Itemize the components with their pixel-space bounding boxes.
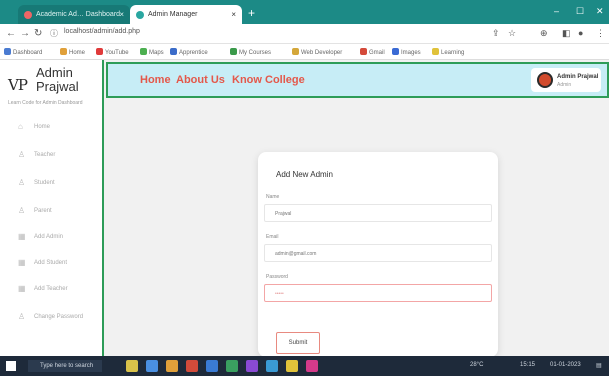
browser-window: Academic Ad… Dashboard × Admin Manager ×…	[0, 0, 609, 376]
brand-logo: VP	[8, 76, 28, 94]
bookmark-item[interactable]: Apprentice	[170, 48, 208, 56]
person-icon: ♙	[18, 206, 26, 215]
bookmark-item[interactable]: Maps	[140, 48, 164, 56]
person-icon: ♙	[18, 312, 26, 321]
maximize-icon[interactable]: ☐	[576, 6, 584, 17]
windows-start-icon[interactable]	[6, 361, 16, 371]
password-field[interactable]: •••••	[264, 284, 492, 302]
form-title: Add New Admin	[276, 170, 333, 179]
bookmark-item[interactable]: Dashboard	[4, 48, 42, 56]
app-icon[interactable]	[266, 360, 278, 372]
profile-icon[interactable]: ●	[578, 28, 583, 38]
clock-date[interactable]: 01-01-2023	[550, 362, 581, 368]
sidebar: VP Admin Prajwal Learn Code for Admin Da…	[0, 60, 104, 356]
brand-subtitle: Learn Code for Admin Dashboard	[8, 100, 83, 106]
password-label: Password	[266, 274, 288, 280]
user-name: Admin Prajwal	[557, 74, 599, 80]
clock-time[interactable]: 15:15	[520, 362, 535, 368]
sidebar-toggle-icon[interactable]: ◧	[562, 28, 571, 39]
extensions-icon[interactable]: ⊕	[540, 28, 548, 39]
bookmark-item[interactable]: Images	[392, 48, 421, 56]
submit-button[interactable]: Submit	[276, 332, 320, 354]
avatar	[537, 72, 553, 88]
tab-title: Academic Ad… Dashboard	[36, 11, 121, 18]
bookmark-item[interactable]: My Courses	[230, 48, 271, 56]
share-icon[interactable]: ⇪	[492, 28, 500, 39]
new-tab-button[interactable]: +	[248, 6, 255, 20]
add-admin-form: Add New Admin Name Prajwal Email admin@g…	[258, 152, 498, 357]
menu-icon[interactable]: ⋮	[596, 28, 605, 39]
sidebar-item-add-student[interactable]: ▦ Add Student	[18, 256, 67, 270]
name-field[interactable]: Prajwal	[264, 204, 492, 222]
taskbar-search[interactable]: Type here to search	[28, 360, 102, 372]
grid-icon: ▦	[18, 232, 26, 241]
user-menu[interactable]: Admin Prajwal Admin	[531, 68, 601, 92]
tab-bar: Academic Ad… Dashboard × Admin Manager ×…	[0, 0, 609, 24]
bookmark-item[interactable]: Home	[60, 48, 85, 56]
nav-link-about-us[interactable]: About Us	[176, 74, 225, 86]
sidebar-item-add-teacher[interactable]: ▦ Add Teacher	[18, 282, 68, 296]
person-icon: ♙	[18, 178, 26, 187]
bookmarks-bar: Dashboard Home YouTube Maps Apprentice M…	[0, 44, 609, 60]
reload-icon[interactable]: ↻	[34, 28, 42, 39]
email-field[interactable]: admin@gmail.com	[264, 244, 492, 262]
sidebar-item-parent[interactable]: ♙ Parent	[18, 204, 52, 218]
store-icon[interactable]	[206, 360, 218, 372]
app-icon[interactable]	[246, 360, 258, 372]
grid-icon: ▦	[18, 284, 26, 293]
home-icon: ⌂	[18, 122, 23, 131]
close-tab-icon[interactable]: ×	[231, 10, 236, 19]
tab-favicon	[136, 11, 144, 19]
weather-text[interactable]: 28°C	[470, 362, 483, 368]
sidebar-item-change-password[interactable]: ♙ Change Password	[18, 310, 83, 324]
grid-icon: ▦	[18, 258, 26, 267]
close-window-icon[interactable]: ✕	[596, 6, 604, 17]
top-navbar: Home About Us Know College Admin Prajwal…	[106, 62, 609, 98]
back-icon[interactable]: ←	[6, 28, 16, 39]
bookmark-item[interactable]: Web Developer	[292, 48, 342, 56]
person-icon: ♙	[18, 150, 26, 159]
chrome-icon[interactable]	[186, 360, 198, 372]
app-icon[interactable]	[286, 360, 298, 372]
sidebar-item-home[interactable]: ⌂ Home	[18, 120, 50, 134]
app-icon[interactable]	[306, 360, 318, 372]
address-bar: ← → ↻ ⓘ localhost/admin/add.php ⇪ ☆ ⊕ ◧ …	[0, 24, 609, 44]
edge-icon[interactable]	[146, 360, 158, 372]
bookmark-item[interactable]: Gmail	[360, 48, 385, 56]
bookmark-item[interactable]: Learning	[432, 48, 464, 56]
minimize-icon[interactable]: –	[554, 6, 559, 16]
page-content: VP Admin Prajwal Learn Code for Admin Da…	[0, 60, 609, 357]
close-tab-icon[interactable]: ×	[119, 10, 124, 19]
brand-name: Admin Prajwal	[36, 65, 79, 94]
taskbar: Type here to search 28°C 15:15 01-01-202…	[0, 356, 609, 376]
sidebar-item-add-admin[interactable]: ▦ Add Admin	[18, 230, 63, 244]
url-input[interactable]: localhost/admin/add.php	[64, 28, 140, 35]
code-icon[interactable]	[226, 360, 238, 372]
tab-favicon	[24, 11, 32, 19]
bookmark-item[interactable]: YouTube	[96, 48, 129, 56]
nav-link-home[interactable]: Home	[140, 74, 171, 86]
star-icon[interactable]: ☆	[508, 28, 516, 39]
explorer-icon[interactable]	[166, 360, 178, 372]
browser-tab-dashboard[interactable]: Academic Ad… Dashboard ×	[18, 5, 130, 24]
user-role: Admin	[557, 82, 572, 88]
email-label: Email	[266, 234, 279, 240]
name-label: Name	[266, 194, 280, 200]
nav-link-know-college[interactable]: Know College	[232, 74, 305, 86]
task-view-icon[interactable]	[126, 360, 138, 372]
lock-icon: ⓘ	[50, 29, 58, 38]
sidebar-item-student[interactable]: ♙ Student	[18, 176, 55, 190]
browser-tab-admin[interactable]: Admin Manager ×	[130, 5, 242, 24]
sidebar-item-teacher[interactable]: ♙ Teacher	[18, 148, 55, 162]
notification-icon[interactable]: ▤	[596, 362, 602, 369]
forward-icon[interactable]: →	[20, 28, 30, 39]
tab-title: Admin Manager	[148, 11, 198, 18]
